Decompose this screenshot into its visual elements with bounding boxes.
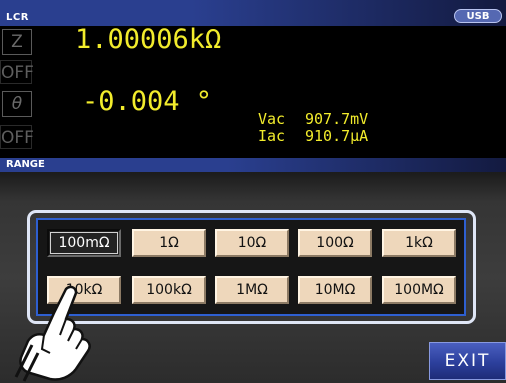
range-button-100mohm-meg[interactable]: 100MΩ — [382, 276, 456, 304]
pointing-hand-icon — [14, 285, 91, 382]
range-button-1kohm[interactable]: 1kΩ — [382, 229, 456, 257]
measurement-area: Z 1.00006kΩ OFF θ -0.004 ° OFF Vac 907.7… — [0, 24, 506, 158]
param2-symbol[interactable]: θ — [2, 91, 32, 117]
range-button-100ohm[interactable]: 100Ω — [298, 229, 372, 257]
vac-label: Vac — [258, 110, 286, 128]
param2-off-button[interactable]: OFF — [0, 125, 34, 149]
app-title: LCR — [6, 12, 29, 23]
exit-button[interactable]: EXIT — [429, 342, 506, 380]
range-button-10ohm[interactable]: 10Ω — [215, 229, 289, 257]
range-button-10mohm[interactable]: 10MΩ — [298, 276, 372, 304]
param2-value: -0.004 ° — [82, 86, 213, 117]
iac-value: 910.7μA — [305, 127, 369, 145]
range-button-100mohm[interactable]: 100mΩ — [47, 229, 121, 257]
range-header: RANGE — [0, 158, 506, 172]
title-bar: LCR USB — [0, 0, 506, 26]
range-button-1ohm[interactable]: 1Ω — [132, 229, 206, 257]
usb-badge: USB — [454, 9, 502, 23]
param1-off-button[interactable]: OFF — [0, 60, 34, 84]
range-button-1mohm[interactable]: 1MΩ — [215, 276, 289, 304]
range-panel: 100mΩ 1Ω 10Ω 100Ω 1kΩ 10kΩ 100kΩ 1MΩ 10M… — [0, 172, 506, 383]
range-button-100kohm[interactable]: 100kΩ — [132, 276, 206, 304]
range-header-label: RANGE — [6, 159, 45, 170]
iac-label: Iac — [258, 127, 286, 145]
lcr-screen: LCR USB Z 1.00006kΩ OFF θ -0.004 ° OFF V… — [0, 0, 506, 383]
param1-symbol[interactable]: Z — [2, 29, 32, 55]
vac-value: 907.7mV — [305, 110, 369, 128]
param1-value: 1.00006kΩ — [75, 24, 222, 55]
